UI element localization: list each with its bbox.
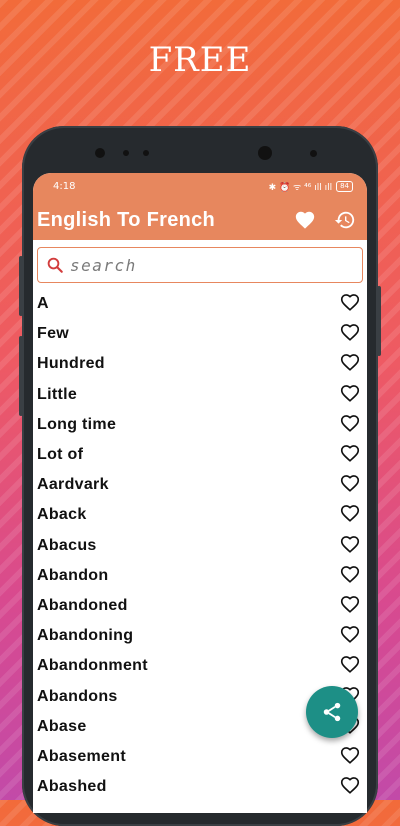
favorite-toggle[interactable] [339,653,361,679]
app-bar: English To French [33,200,367,240]
sensor-dot [310,150,317,157]
heart-outline-icon [340,656,360,674]
favorite-toggle[interactable] [339,563,361,589]
app-title: English To French [37,208,216,231]
status-bar: 4:18 ✱ ⏰ ᯤ ⁴⁶ ıll ıll 84 [33,173,367,200]
heart-outline-icon [340,777,360,795]
status-time: 4:18 [53,181,76,192]
list-item[interactable]: A [33,289,367,319]
list-item[interactable]: Few [33,319,367,349]
word-label: Abandon [37,566,109,584]
promo-title: FREE [148,40,252,80]
heart-outline-icon [340,505,360,523]
favorite-toggle[interactable] [339,593,361,619]
favorite-toggle[interactable] [339,351,361,377]
favorite-toggle[interactable] [339,291,361,317]
heart-outline-icon [340,294,360,312]
heart-outline-icon [340,747,360,764]
word-label: Aardvark [37,476,109,494]
word-label: Abandons [37,687,118,705]
word-label: Abandoned [37,596,128,614]
heart-outline-icon [340,596,360,613]
list-item[interactable]: Hundred [33,349,367,379]
word-label: Hundred [37,355,105,373]
favorite-toggle[interactable] [339,472,361,498]
heart-outline-icon [340,445,360,462]
favorite-toggle[interactable] [339,774,361,800]
volume-button-2 [19,336,23,416]
sensor-dot [143,150,149,156]
search-input[interactable] [68,254,354,276]
front-camera [258,146,272,160]
list-item[interactable]: Abacus [33,531,367,561]
power-button [377,286,381,356]
word-label: Abandonment [37,657,148,675]
word-label: Long time [37,415,117,433]
share-button[interactable] [306,686,358,738]
word-label: Abacus [37,536,97,554]
word-label: Abashed [37,778,107,796]
battery-icon: 84 [336,181,353,192]
volume-button [19,256,23,316]
favorite-toggle[interactable] [339,623,361,649]
app-bar-actions [293,208,357,232]
history-button[interactable] [333,208,357,232]
history-icon [334,211,355,229]
favorite-toggle[interactable] [339,442,361,468]
list-item[interactable]: Abandon [33,561,367,591]
list-item[interactable]: Abandonment [33,651,367,681]
heart-outline-icon [340,535,360,553]
word-label: Aback [37,506,87,524]
sensor-dot [123,150,129,156]
heart-filled-icon [295,211,315,229]
list-item[interactable]: Abasement [33,742,367,772]
list-item[interactable]: Lot of [33,440,367,470]
heart-outline-icon [340,354,360,372]
word-label: Lot of [37,446,84,464]
favorites-button[interactable] [293,208,317,232]
word-label: Little [37,385,78,403]
list-item[interactable]: Little [33,380,367,410]
list-item[interactable]: Abandoning [33,621,367,651]
share-icon [323,702,341,722]
favorite-toggle[interactable] [339,744,361,770]
status-icons-text: ✱ ⏰ ᯤ ⁴⁶ ıll ıll [268,183,333,193]
sensor-dot [95,148,105,158]
heart-outline-icon [340,414,360,432]
favorite-toggle[interactable] [339,382,361,408]
heart-outline-icon [340,475,360,493]
favorite-toggle[interactable] [339,502,361,528]
status-icons: ✱ ⏰ ᯤ ⁴⁶ ıll ıll 84 [269,180,353,193]
word-label: Few [37,325,70,343]
heart-outline-icon [340,384,360,402]
list-item[interactable]: Abashed [33,772,367,802]
favorite-toggle[interactable] [339,533,361,559]
word-label: Abandoning [37,627,134,645]
list-item[interactable]: Long time [33,410,367,440]
heart-outline-icon [340,324,360,342]
word-label: A [37,295,49,313]
favorite-toggle[interactable] [339,321,361,347]
heart-outline-icon [340,565,360,583]
search-icon [47,257,63,273]
word-label: Abasement [37,747,126,765]
word-label: Abase [37,717,87,735]
search-box[interactable] [37,247,363,283]
list-item[interactable]: Abandoned [33,591,367,621]
heart-outline-icon [340,626,360,644]
favorite-toggle[interactable] [339,412,361,438]
list-item[interactable]: Aardvark [33,470,367,500]
list-item[interactable]: Aback [33,500,367,530]
